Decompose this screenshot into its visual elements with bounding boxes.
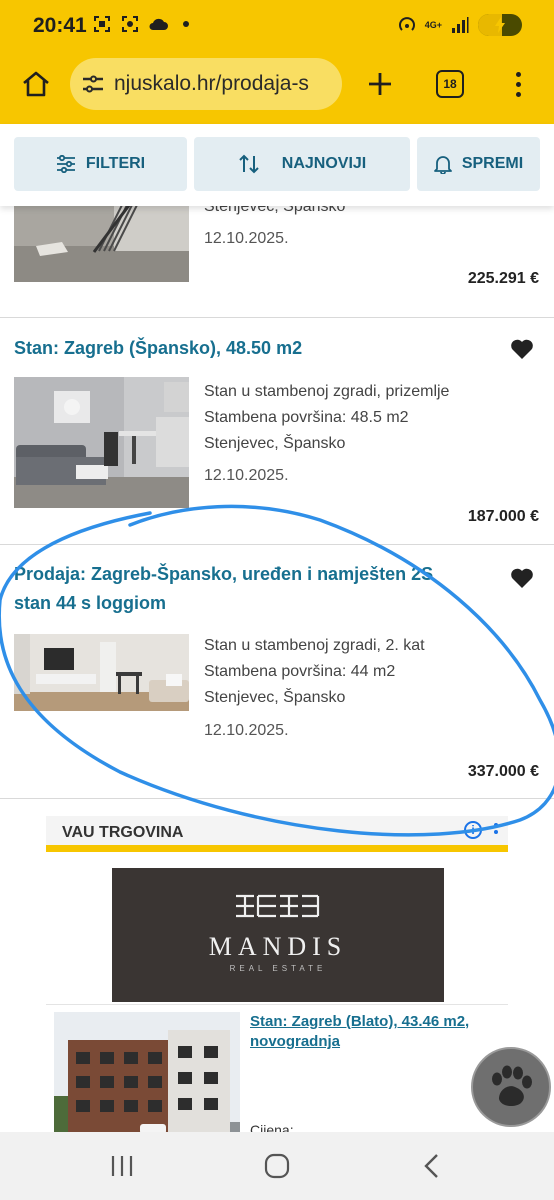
listing-item[interactable]: Stan: Zagreb (Špansko), 48.50 m2 Stan u … [0, 318, 554, 545]
sort-label: NAJNOVIJI [281, 155, 367, 172]
recent-apps-button[interactable] [97, 1146, 147, 1186]
filter-toolbar: FILTERI NAJNOVIJI SPREMI [0, 124, 554, 206]
listing-date: 12.10.2025. [204, 467, 289, 484]
url-text: njuskalo.hr/prodaja-s [114, 72, 309, 95]
listing-title[interactable]: Stan: Zagreb (Špansko), 48.50 m2 [14, 334, 484, 363]
screenshot-icon [92, 14, 112, 34]
recent-apps-icon [111, 1156, 133, 1176]
cloud-icon [148, 14, 168, 34]
logo-mark-icon [236, 894, 320, 918]
filters-label: FILTERI [85, 155, 146, 172]
results-list: Stenjevec, Špansko 12.10.2025. 225.291 €… [0, 206, 554, 1132]
heart-icon[interactable] [510, 338, 534, 360]
hotspot-icon [397, 15, 417, 35]
scan-icon [120, 14, 140, 34]
url-field[interactable]: njuskalo.hr/prodaja-s [70, 58, 342, 110]
tab-switcher-button[interactable]: 18 [436, 70, 464, 98]
ad-logo-subtitle: REAL ESTATE [229, 964, 327, 973]
status-system-icons: 4G+ [397, 14, 522, 36]
listing-type: Stan u stambenoj zgradi, prizemlje [204, 383, 450, 400]
listing-price: 337.000 € [467, 763, 539, 780]
home-icon [23, 71, 49, 97]
listing-item[interactable]: Stenjevec, Špansko 12.10.2025. 225.291 € [0, 206, 554, 318]
listing-date: 12.10.2025. [204, 230, 289, 247]
listing-photo[interactable] [14, 206, 189, 282]
signal-icon [450, 15, 470, 35]
network-type: 4G+ [424, 19, 442, 30]
nav-home-button[interactable] [252, 1146, 302, 1186]
address-bar-row: njuskalo.hr/prodaja-s 18 [0, 56, 554, 112]
status-time: 20:41 [33, 14, 87, 37]
divider [46, 1004, 508, 1005]
listing-location: Stenjevec, Špansko [204, 689, 346, 706]
listing-photo[interactable] [14, 634, 189, 711]
browser-chrome: 20:41 4G+ njuskalo.hr/prodaja-s 18 [0, 0, 554, 124]
listing-location: Stenjevec, Špansko [204, 435, 346, 452]
ad-header: VAU TRGOVINA i [46, 816, 508, 852]
sliders-icon [56, 155, 75, 173]
heart-icon[interactable] [510, 567, 534, 589]
plus-icon [369, 73, 391, 95]
screen: 20:41 4G+ njuskalo.hr/prodaja-s 18 FILTE… [0, 0, 554, 1200]
ad-logo[interactable]: MANDIS REAL ESTATE [112, 868, 444, 1002]
listing-item[interactable]: Prodaja: Zagreb-Špansko, uređen i namješ… [0, 545, 554, 799]
system-nav-bar [0, 1132, 554, 1200]
ad-header-title: VAU TRGOVINA [62, 824, 184, 841]
sort-button[interactable]: NAJNOVIJI [194, 137, 410, 191]
battery-indicator [478, 14, 522, 36]
back-icon [424, 1154, 438, 1178]
ad-block[interactable]: VAU TRGOVINA i MANDIS REAL ESTATE Stan: … [46, 816, 508, 1132]
listing-price: 187.000 € [467, 508, 539, 525]
sort-arrows-icon [239, 154, 259, 174]
more-vert-icon [515, 71, 521, 77]
listing-title[interactable]: Prodaja: Zagreb-Špansko, uređen i namješ… [14, 560, 464, 618]
filters-button[interactable]: FILTERI [14, 137, 187, 191]
listing-type: Stan u stambenoj zgradi, 2. kat [204, 637, 425, 654]
save-label: SPREMI [461, 155, 524, 172]
ad-price-label: Cijena: [250, 1122, 294, 1132]
dot-icon [176, 14, 196, 34]
listing-photo[interactable] [14, 377, 189, 508]
paw-icon [492, 1065, 532, 1107]
tune-icon[interactable] [80, 71, 106, 97]
listing-area: Stambena površina: 44 m2 [204, 663, 396, 680]
listing-price: 225.291 € [467, 270, 539, 287]
nav-home-icon [264, 1153, 290, 1179]
new-tab-button[interactable] [358, 62, 402, 106]
ad-listing-link[interactable]: Stan: Zagreb (Blato), 43.46 m2, novograd… [250, 1012, 500, 1052]
browser-menu-button[interactable] [500, 62, 536, 106]
home-button[interactable] [14, 62, 58, 106]
back-button[interactable] [407, 1146, 457, 1186]
status-bar: 20:41 4G+ [0, 0, 554, 52]
ad-logo-text: MANDIS [208, 932, 348, 961]
info-icon[interactable]: i [464, 821, 482, 839]
listing-location: Stenjevec, Špansko [204, 206, 346, 215]
bell-icon [433, 156, 452, 174]
paw-floating-button[interactable] [471, 1047, 551, 1127]
ad-photo[interactable] [54, 1012, 240, 1132]
status-notification-icons [92, 14, 196, 34]
ad-options-icon[interactable] [494, 823, 498, 834]
save-search-button[interactable]: SPREMI [417, 137, 540, 191]
listing-area: Stambena površina: 48.5 m2 [204, 409, 409, 426]
listing-date: 12.10.2025. [204, 722, 289, 739]
